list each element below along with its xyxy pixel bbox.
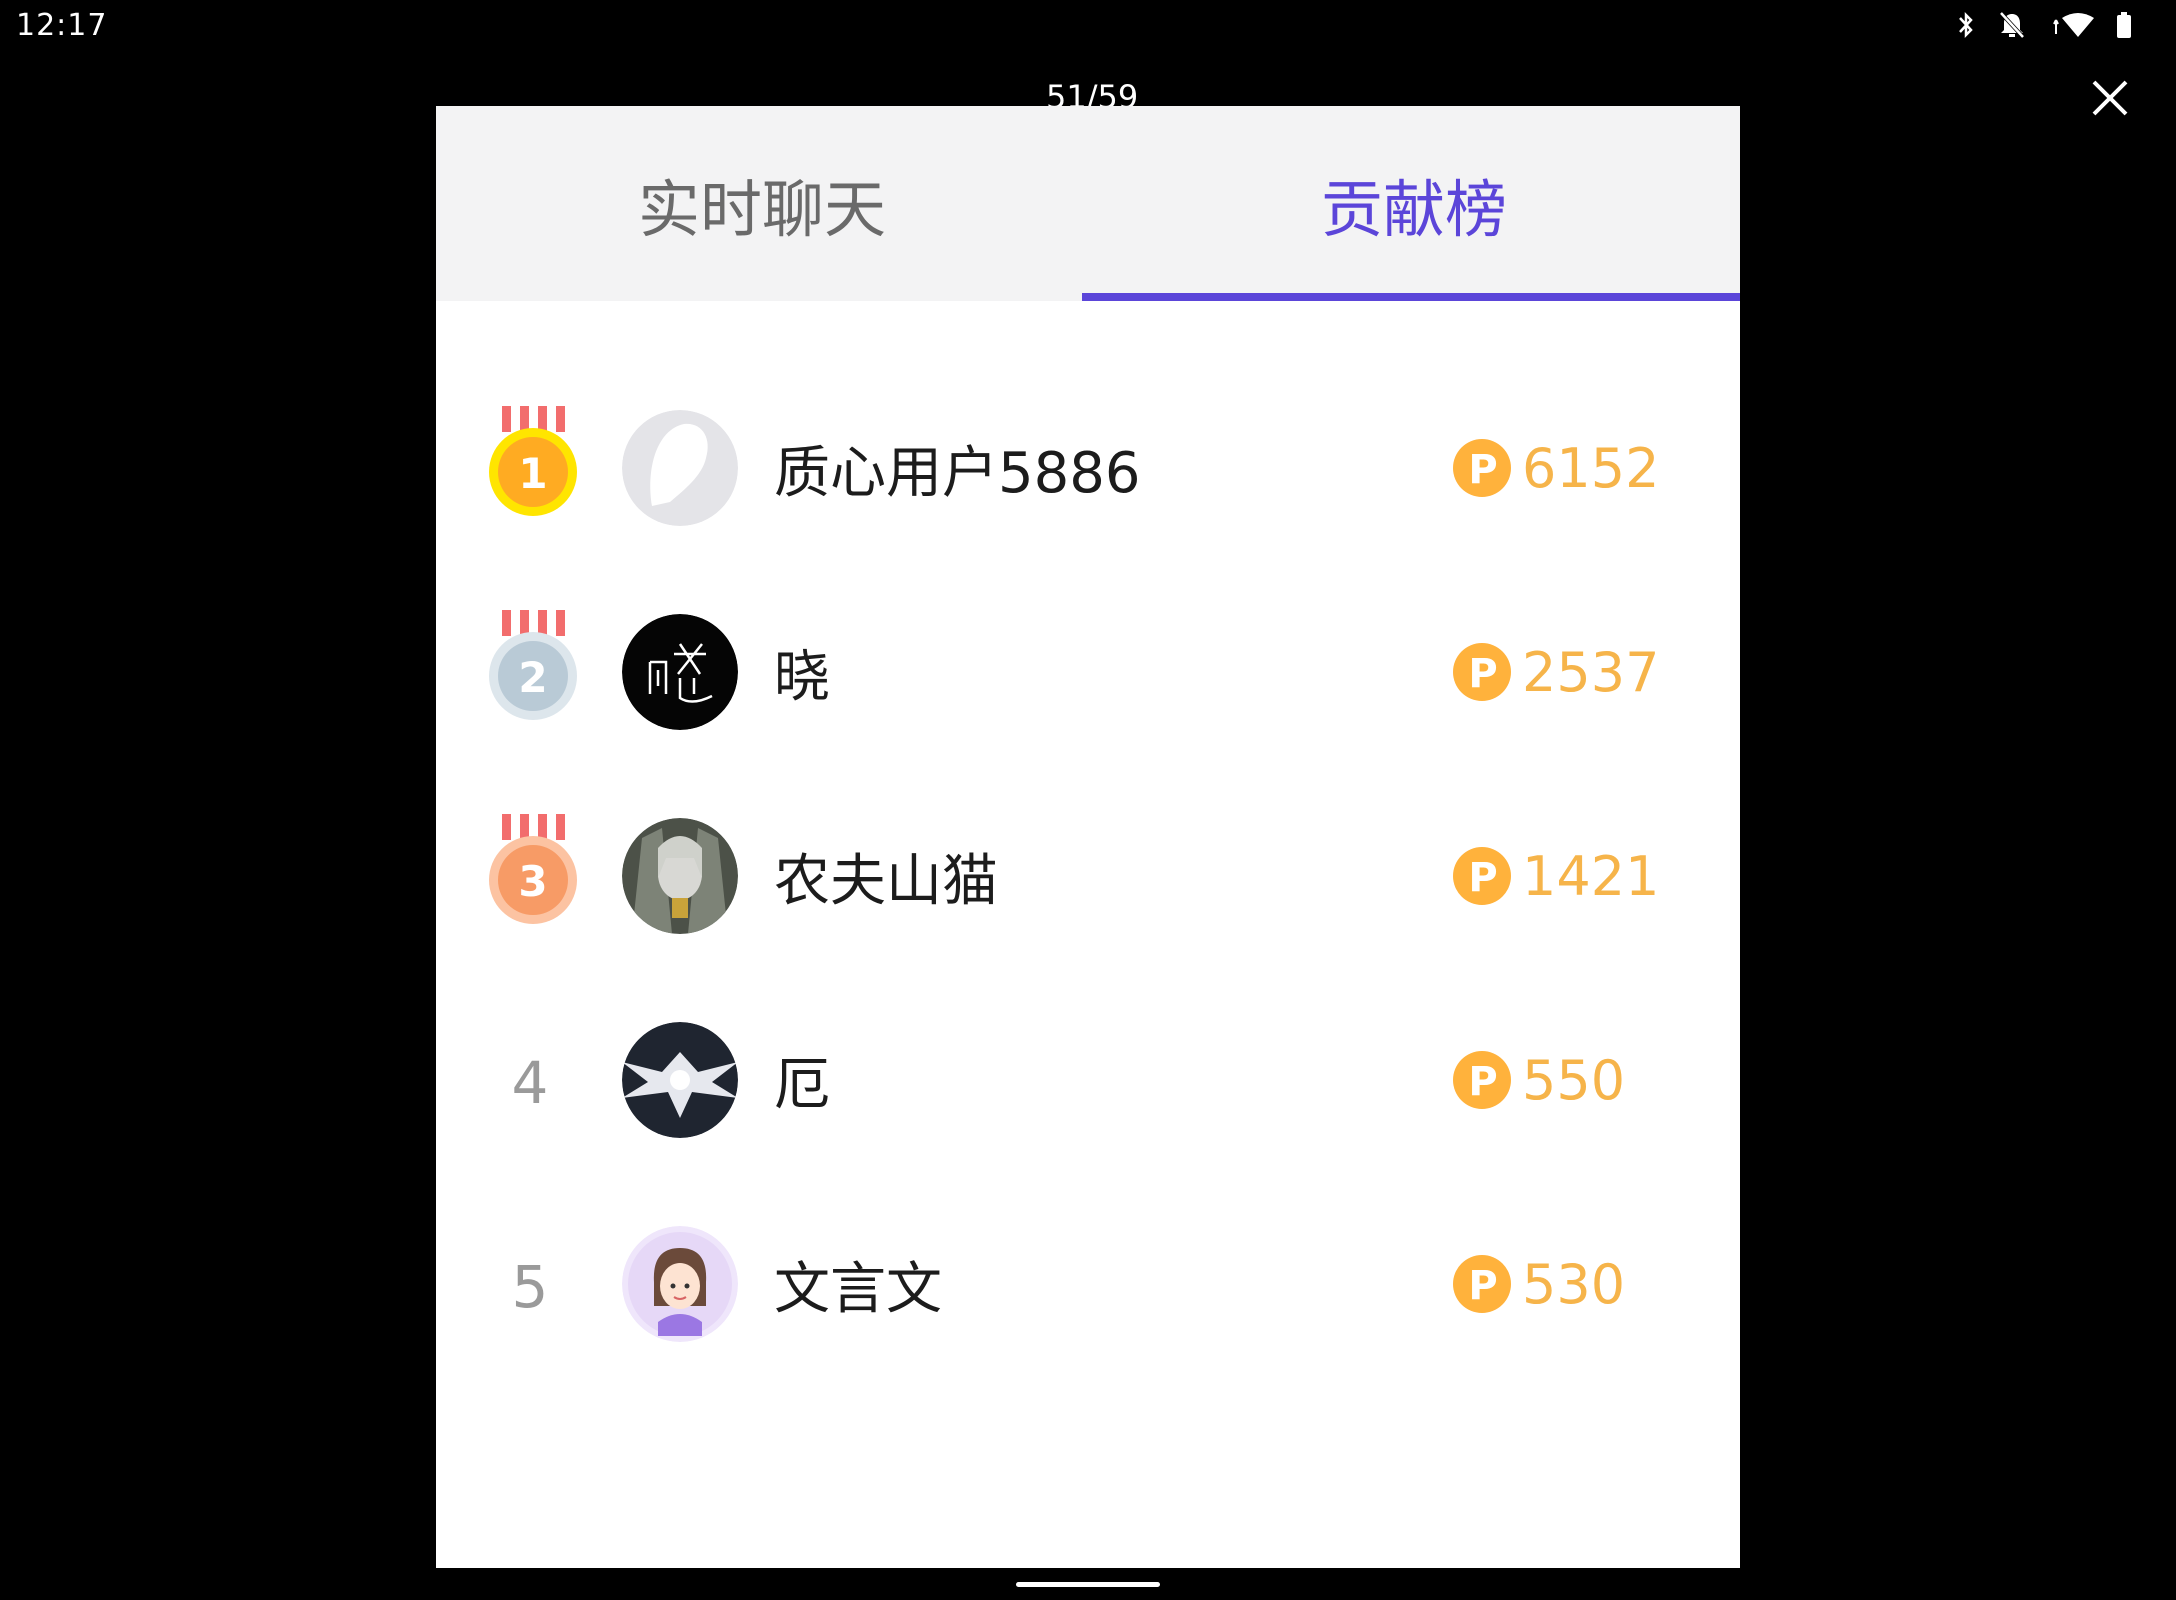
user-name: 晓 [774,645,830,710]
tab-bar: 实时聊天 贡献榜 [436,106,1740,301]
svg-text:P: P [1468,447,1497,493]
user-name: 厄 [774,1053,830,1118]
avatar[interactable] [622,1226,738,1342]
points-coin-icon: P [1453,643,1511,701]
notifications-off-icon [1999,11,2025,39]
points-coin-icon: P [1453,1255,1511,1313]
contribution-score: 1421 [1522,845,1660,908]
close-icon[interactable] [2090,78,2130,118]
medal-rank-label: 1 [518,449,547,498]
bronze-medal-icon: 3 [489,814,577,924]
medal-rank-label: 2 [518,653,547,702]
user-name: 农夫山猫 [774,849,998,914]
contribution-score: 550 [1522,1049,1626,1112]
wifi-icon [2053,13,2094,37]
screenshot-panel: 实时聊天 贡献榜 1 质心用户5886 P 6152 2 晓 P 2537 3 … [436,106,1740,1568]
status-icons [1956,10,2132,40]
user-name: 文言文 [774,1257,942,1322]
contribution-score: 6152 [1522,437,1660,500]
points-coin-icon: P [1453,1051,1511,1109]
bluetooth-icon [1959,11,1973,39]
contribution-score: 2537 [1522,641,1660,704]
avatar[interactable] [622,410,738,526]
battery-icon [2117,12,2131,38]
medal-rank-label: 3 [518,857,547,906]
avatar[interactable] [622,818,738,934]
svg-text:P: P [1468,1263,1497,1309]
leaderboard-row[interactable]: 2 晓 P 2537 [436,610,1740,740]
svg-text:P: P [1468,1059,1497,1105]
active-tab-indicator [1082,293,1740,301]
points-coin-icon: P [1453,439,1511,497]
contribution-score: 530 [1522,1253,1626,1316]
tab-contribution-ranking[interactable]: 贡献榜 [1088,106,1740,301]
avatar[interactable] [622,1022,738,1138]
silver-medal-icon: 2 [489,610,577,720]
rank-number: 4 [511,1049,549,1117]
points-coin-icon: P [1453,847,1511,905]
avatar[interactable] [622,614,738,730]
gesture-home-bar[interactable] [1016,1582,1160,1587]
leaderboard-row[interactable]: 5 文言文 P 530 [436,1222,1740,1352]
leaderboard-row[interactable]: 1 质心用户5886 P 6152 [436,406,1740,536]
leaderboard-row[interactable]: 3 农夫山猫 P 1421 [436,814,1740,944]
status-time: 12:17 [16,8,108,43]
svg-text:P: P [1468,855,1497,901]
tab-live-chat[interactable]: 实时聊天 [436,106,1088,301]
gold-medal-icon: 1 [489,406,577,516]
user-name: 质心用户5886 [774,441,1141,506]
leaderboard-row[interactable]: 4 厄 P 550 [436,1018,1740,1148]
rank-number: 5 [511,1253,549,1321]
svg-text:P: P [1468,651,1497,697]
